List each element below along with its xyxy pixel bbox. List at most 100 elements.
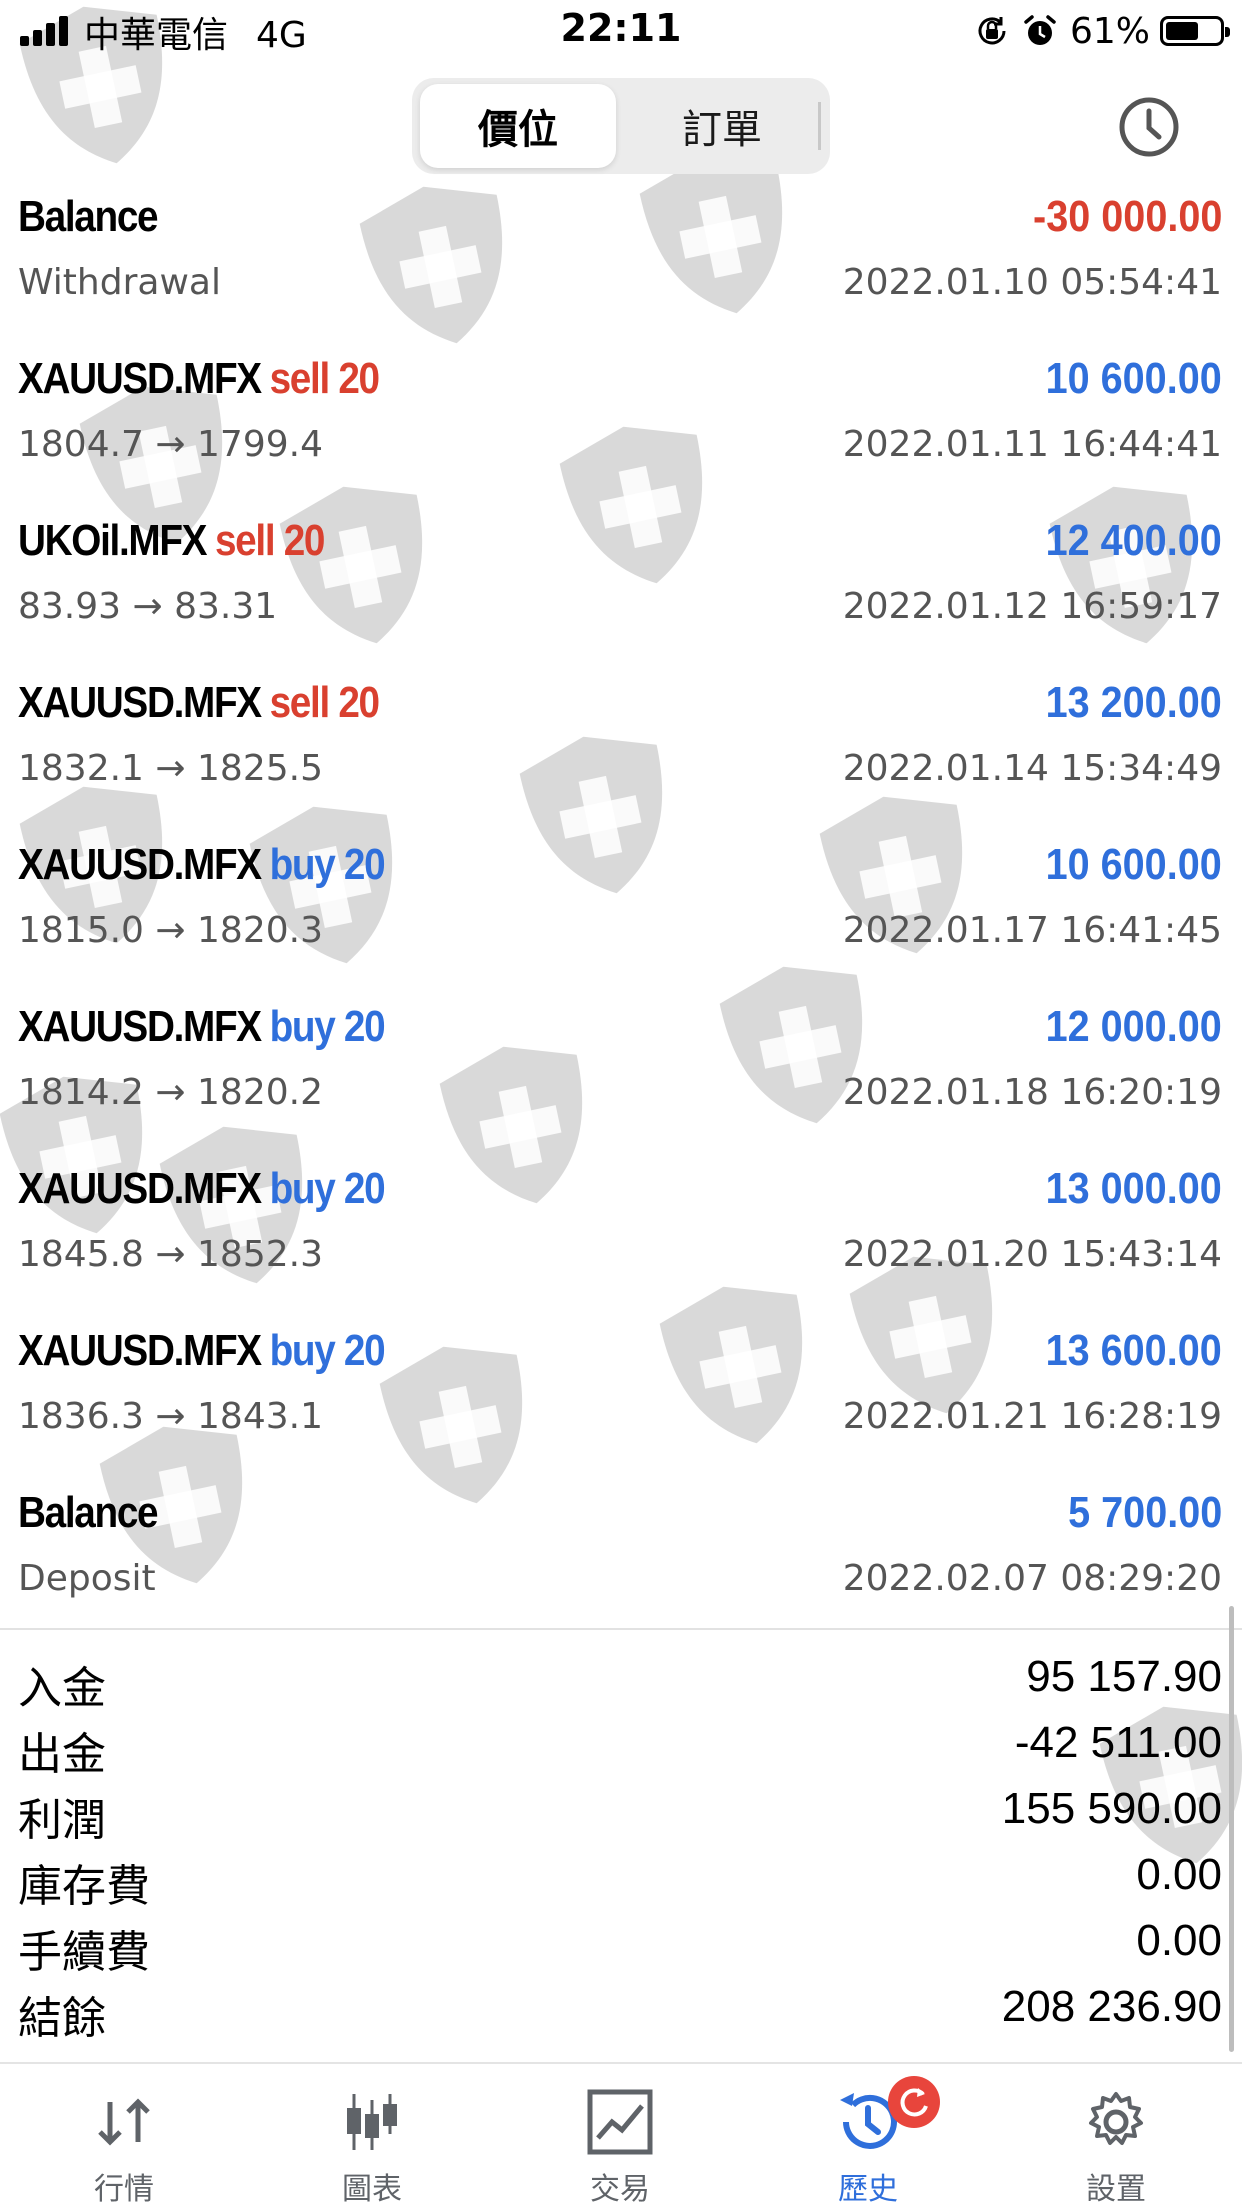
tab-history[interactable]: 歷史 [744, 2064, 992, 2208]
transaction-time: 2022.01.10 05:54:41 [842, 262, 1222, 303]
transaction-action: buy 20 [269, 1326, 386, 1375]
transaction-symbol: XAUUSD.MFX [18, 1002, 262, 1051]
status-right-group: 61% [974, 8, 1230, 54]
summary-value: 155 590.00 [1001, 1784, 1222, 1833]
transaction-title: Balance [18, 1488, 166, 1538]
tab-label: 行情 [94, 2172, 154, 2207]
trade-chart-icon [587, 2089, 653, 2155]
transaction-symbol: UKOil.MFX [18, 516, 207, 565]
summary-value: -42 511.00 [1014, 1718, 1222, 1767]
transaction-action: buy 20 [269, 1002, 386, 1051]
transaction-row[interactable]: XAUUSD.MFX buy 20 13 600.00 1836.3 → 1843.1… [0, 1314, 1242, 1476]
segment-tab-price[interactable]: 價位 [420, 84, 616, 168]
summary-label: 庫存費 [18, 1861, 150, 1912]
tab-trade[interactable]: 交易 [496, 2064, 744, 2208]
transaction-title: XAUUSD.MFX sell 20 [18, 678, 380, 728]
transaction-detail: Withdrawal [18, 262, 221, 303]
transaction-action: buy 20 [269, 1164, 386, 1213]
transaction-title: XAUUSD.MFX buy 20 [18, 840, 386, 890]
transaction-detail: 1815.0 → 1820.3 [18, 910, 323, 951]
clock-history-icon[interactable] [1114, 94, 1184, 160]
transaction-row[interactable]: XAUUSD.MFX buy 20 12 000.00 1814.2 → 1820.2… [0, 990, 1242, 1152]
tab-label: 歷史 [838, 2172, 898, 2207]
summary-label: 入金 [18, 1663, 106, 1714]
orientation-lock-icon [978, 17, 1006, 45]
transaction-time: 2022.01.14 15:34:49 [842, 748, 1222, 789]
transaction-time: 2022.01.11 16:44:41 [842, 424, 1222, 465]
transaction-detail: 1832.1 → 1825.5 [18, 748, 323, 789]
summary-row: 利潤 155 590.00 [0, 1780, 1242, 1846]
summary-label: 結餘 [18, 1993, 106, 2044]
summary-value: 208 236.90 [1001, 1982, 1222, 2031]
summary-value: 0.00 [1136, 1850, 1222, 1899]
status-bar: 中華電信 4G 22:11 61% [0, 0, 1242, 62]
transaction-symbol: XAUUSD.MFX [18, 840, 262, 889]
segment-tab-orders[interactable]: 訂單 [624, 84, 820, 168]
transaction-amount: 13 600.00 [1045, 1326, 1222, 1375]
summary-value: 0.00 [1136, 1916, 1222, 1965]
transaction-list: Balance -30 000.00 Withdrawal 2022.01.10 05… [0, 180, 1242, 1638]
summary-label: 出金 [18, 1729, 106, 1780]
transaction-detail: 1845.8 → 1852.3 [18, 1234, 323, 1275]
transaction-symbol: Balance [18, 1488, 159, 1537]
scrollbar[interactable] [1229, 1606, 1234, 2052]
transaction-row[interactable]: XAUUSD.MFX sell 20 10 600.00 1804.7 → 1799.… [0, 342, 1242, 504]
transaction-row[interactable]: Balance -30 000.00 Withdrawal 2022.01.10 05… [0, 180, 1242, 342]
transaction-time: 2022.02.07 08:29:20 [842, 1558, 1222, 1599]
transaction-amount: 13 000.00 [1045, 1164, 1222, 1213]
summary-row: 手續費 0.00 [0, 1912, 1242, 1978]
transaction-title: XAUUSD.MFX buy 20 [18, 1164, 386, 1214]
transaction-action: sell 20 [269, 678, 380, 727]
transaction-row[interactable]: XAUUSD.MFX sell 20 13 200.00 1832.1 → 1825.… [0, 666, 1242, 828]
summary-row: 入金 95 157.90 [0, 1648, 1242, 1714]
battery-percent: 61% [1069, 10, 1150, 52]
transaction-symbol: XAUUSD.MFX [18, 1326, 262, 1375]
settings-gear-icon [1089, 2092, 1143, 2145]
transaction-row[interactable]: XAUUSD.MFX buy 20 10 600.00 1815.0 → 1820.3… [0, 828, 1242, 990]
summary-row: 庫存費 0.00 [0, 1846, 1242, 1912]
transaction-time: 2022.01.17 16:41:45 [842, 910, 1222, 951]
transaction-row[interactable]: XAUUSD.MFX buy 20 13 000.00 1845.8 → 1852.3… [0, 1152, 1242, 1314]
summary-panel: 入金 95 157.90 出金 -42 511.00 利潤 155 590.00 庫存費 0.… [0, 1648, 1242, 2044]
tab-quotes[interactable]: 行情 [0, 2064, 248, 2208]
tab-charts[interactable]: 圖表 [248, 2064, 496, 2208]
refresh-badge-icon [888, 2076, 940, 2128]
transaction-symbol: Balance [18, 192, 159, 241]
transaction-row[interactable]: UKOil.MFX sell 20 12 400.00 83.93 → 83.31 20… [0, 504, 1242, 666]
summary-row: 出金 -42 511.00 [0, 1714, 1242, 1780]
segment-divider [818, 102, 821, 150]
transaction-detail: Deposit [18, 1558, 156, 1599]
transaction-time: 2022.01.21 16:28:19 [842, 1396, 1222, 1437]
summary-label: 手續費 [18, 1927, 150, 1978]
transaction-title: UKOil.MFX sell 20 [18, 516, 325, 566]
transaction-amount: 12 000.00 [1045, 1002, 1222, 1051]
transaction-detail: 1814.2 → 1820.2 [18, 1072, 323, 1113]
transaction-time: 2022.01.20 15:43:14 [842, 1234, 1222, 1275]
transaction-title: XAUUSD.MFX sell 20 [18, 354, 380, 404]
tab-settings[interactable]: 設置 [992, 2064, 1240, 2208]
transaction-title: XAUUSD.MFX buy 20 [18, 1326, 386, 1376]
transaction-amount: 10 600.00 [1045, 840, 1222, 889]
transaction-title: XAUUSD.MFX buy 20 [18, 1002, 386, 1052]
transaction-time: 2022.01.18 16:20:19 [842, 1072, 1222, 1113]
transaction-action: sell 20 [269, 354, 380, 403]
transaction-symbol: XAUUSD.MFX [18, 354, 262, 403]
summary-value: 95 157.90 [1026, 1652, 1222, 1701]
transaction-amount: -30 000.00 [1032, 192, 1222, 241]
tab-label: 圖表 [342, 2172, 402, 2207]
transaction-amount: 10 600.00 [1045, 354, 1222, 403]
transaction-row[interactable]: Balance 5 700.00 Deposit 2022.02.07 08:29:2… [0, 1476, 1242, 1638]
transaction-detail: 83.93 → 83.31 [18, 586, 278, 627]
transaction-detail: 1804.7 → 1799.4 [18, 424, 323, 465]
quotes-arrows-icon [98, 2098, 150, 2146]
summary-label: 利潤 [18, 1795, 106, 1846]
candlestick-chart-icon [347, 2094, 397, 2150]
segmented-control: 價位 訂單 [412, 78, 830, 174]
transaction-title: Balance [18, 192, 166, 242]
transaction-amount: 5 700.00 [1067, 1488, 1222, 1537]
tab-label: 交易 [590, 2172, 650, 2207]
tab-bar: 行情 圖表 交易 歷史 設置 [0, 2064, 1242, 2208]
summary-row: 結餘 208 236.90 [0, 1978, 1242, 2044]
summary-divider [0, 1628, 1242, 1630]
battery-icon [1160, 16, 1230, 46]
